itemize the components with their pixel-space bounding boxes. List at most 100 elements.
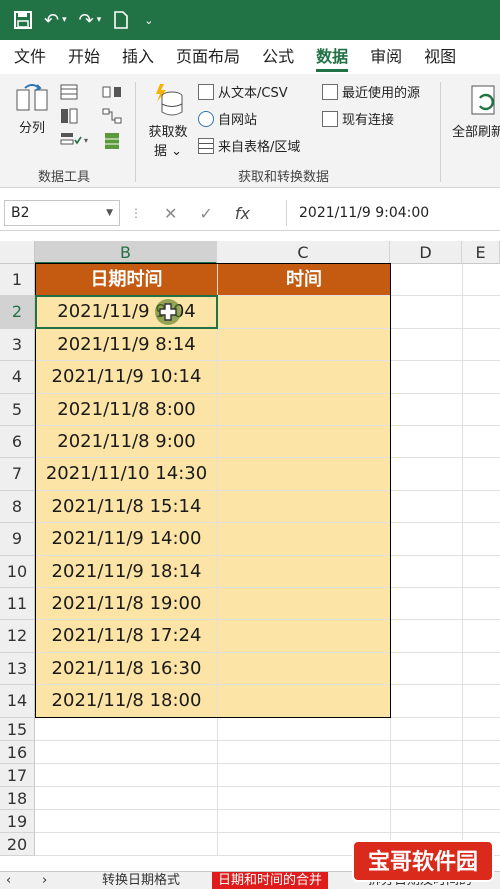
cancel-icon[interactable]: ✕: [164, 204, 177, 223]
from-text-csv-label: 从文本/CSV: [218, 86, 288, 101]
remove-duplicates-icon[interactable]: [60, 108, 78, 128]
row-header[interactable]: 13: [0, 652, 35, 686]
refresh-all-label: 全部刷新: [451, 125, 500, 140]
existing-connections-button[interactable]: 现有连接: [322, 109, 394, 128]
text-to-columns-button[interactable]: 分列: [12, 84, 52, 136]
tab-view[interactable]: 视图: [424, 40, 456, 74]
row-header[interactable]: 7: [0, 458, 35, 491]
watermark-logo: 宝哥软件园: [352, 840, 494, 882]
text-to-columns-label: 分列: [18, 121, 45, 136]
sheet-tab-merge-datetime[interactable]: 日期和时间的合并: [212, 872, 329, 889]
row-gridline: [35, 785, 500, 787]
row-header[interactable]: 20: [0, 833, 35, 857]
formula-input[interactable]: 2021/11/9 9:04:00: [286, 200, 500, 226]
customize-qat-icon[interactable]: ⌄: [141, 14, 153, 27]
insert-function-icon[interactable]: fx: [235, 204, 250, 223]
refresh-all-button[interactable]: 全部刷新: [448, 82, 500, 140]
cell-cursor-icon: [155, 299, 181, 326]
row-header[interactable]: 8: [0, 490, 35, 524]
get-data-label-2: 据 ⌄: [153, 144, 183, 159]
svg-text:▾: ▾: [84, 136, 88, 145]
sheet-nav-left-icon[interactable]: ‹: [0, 872, 17, 889]
row-header[interactable]: 18: [0, 786, 35, 810]
row-gridline: [35, 739, 500, 741]
ribbon-divider: [440, 82, 441, 182]
name-box[interactable]: B2 ▼: [4, 200, 120, 226]
row-header[interactable]: 9: [0, 523, 35, 556]
data-model-icon[interactable]: [102, 132, 122, 154]
get-data-label: 获取数: [148, 125, 188, 140]
flash-fill-icon[interactable]: [60, 84, 78, 104]
sheet-nav-right-icon[interactable]: ›: [36, 872, 53, 889]
row-gridline: [35, 809, 500, 810]
tab-home[interactable]: 开始: [68, 40, 100, 74]
group-label-data-tools: 数据工具: [38, 170, 91, 185]
row-header[interactable]: 6: [0, 426, 35, 459]
globe-icon: [198, 110, 214, 127]
name-box-value: B2: [11, 205, 30, 221]
text-file-icon: [198, 83, 214, 100]
row-header[interactable]: 5: [0, 393, 35, 426]
formula-bar: B2 ▼ ⋮ ✕ ✓ fx 2021/11/9 9:04:00: [0, 195, 500, 231]
column-header-e[interactable]: E: [462, 241, 500, 264]
sheet-tab-convert-format[interactable]: 转换日期格式: [96, 872, 186, 889]
data-validation-icon[interactable]: ▾: [60, 132, 90, 152]
column-gridline: [462, 264, 463, 857]
consolidate-icon[interactable]: [102, 84, 122, 104]
database-icon: [156, 84, 183, 116]
select-all-corner[interactable]: [0, 241, 35, 264]
chevron-down-icon[interactable]: ▼: [106, 201, 113, 225]
column-header-d[interactable]: D: [390, 241, 462, 264]
tab-page-layout[interactable]: 页面布局: [176, 40, 240, 74]
row-gridline: [35, 762, 500, 764]
undo-icon[interactable]: ↶ ▾: [44, 10, 67, 31]
row-header[interactable]: 4: [0, 361, 35, 394]
row-header[interactable]: 10: [0, 555, 35, 588]
row-header[interactable]: 19: [0, 810, 35, 834]
ribbon-divider: [135, 82, 136, 182]
row-header[interactable]: 15: [0, 717, 35, 741]
row-header[interactable]: 17: [0, 763, 35, 787]
formula-bar-buttons: ⋮ ✕ ✓ fx: [130, 200, 272, 226]
table-icon: [198, 137, 214, 154]
from-web-button[interactable]: 自网站: [198, 109, 257, 128]
relationships-icon[interactable]: [102, 108, 122, 128]
refresh-icon: [471, 85, 495, 115]
from-web-label: 自网站: [218, 113, 258, 128]
tab-insert[interactable]: 插入: [122, 40, 154, 74]
get-data-button[interactable]: 获取数 据 ⌄: [144, 82, 192, 159]
new-file-icon[interactable]: [113, 11, 129, 29]
ribbon-panel: 分列 ▾ 数据工具 获取数 据 ⌄ 从文本/CSV 自网站 来自表格/区域 最近…: [0, 74, 500, 188]
more-options-icon[interactable]: ⋮: [130, 206, 142, 220]
from-text-csv-button[interactable]: 从文本/CSV: [198, 82, 288, 101]
recent-sources-icon: [322, 83, 338, 100]
row-header[interactable]: 16: [0, 740, 35, 764]
worksheet-grid[interactable]: B C D E 1 2 3 4 5 6 7 8 9 10 11 12 13 14 15 16 17 18 19 20 …: [0, 231, 500, 871]
row-header[interactable]: 1: [0, 264, 35, 297]
column-header-c[interactable]: C: [217, 241, 390, 264]
tab-file[interactable]: 文件: [14, 40, 46, 74]
save-icon[interactable]: [14, 11, 32, 29]
recent-sources-label: 最近使用的源: [342, 86, 421, 101]
column-header-b[interactable]: B: [35, 241, 217, 264]
row-gridline: [35, 832, 500, 834]
tab-data[interactable]: 数据: [316, 40, 349, 74]
text-to-columns-icon: [16, 84, 48, 111]
table-border: [35, 263, 391, 718]
row-header[interactable]: 14: [0, 685, 35, 718]
connections-icon: [322, 110, 338, 127]
from-table-label: 来自表格/区域: [218, 140, 301, 155]
recent-sources-button[interactable]: 最近使用的源: [322, 82, 420, 101]
from-table-button[interactable]: 来自表格/区域: [198, 136, 300, 155]
title-bar: ↶ ▾ ↷ ▾ ⌄: [0, 0, 500, 40]
tab-formulas[interactable]: 公式: [262, 40, 294, 74]
row-header[interactable]: 3: [0, 328, 35, 362]
existing-connections-label: 现有连接: [342, 113, 395, 128]
row-header[interactable]: 12: [0, 620, 35, 653]
redo-icon[interactable]: ↷ ▾: [79, 10, 102, 31]
tab-review[interactable]: 审阅: [370, 40, 402, 74]
row-header[interactable]: 2: [0, 296, 35, 329]
enter-icon[interactable]: ✓: [199, 204, 212, 223]
row-header[interactable]: 11: [0, 588, 35, 621]
active-cell-selection: [35, 295, 218, 329]
